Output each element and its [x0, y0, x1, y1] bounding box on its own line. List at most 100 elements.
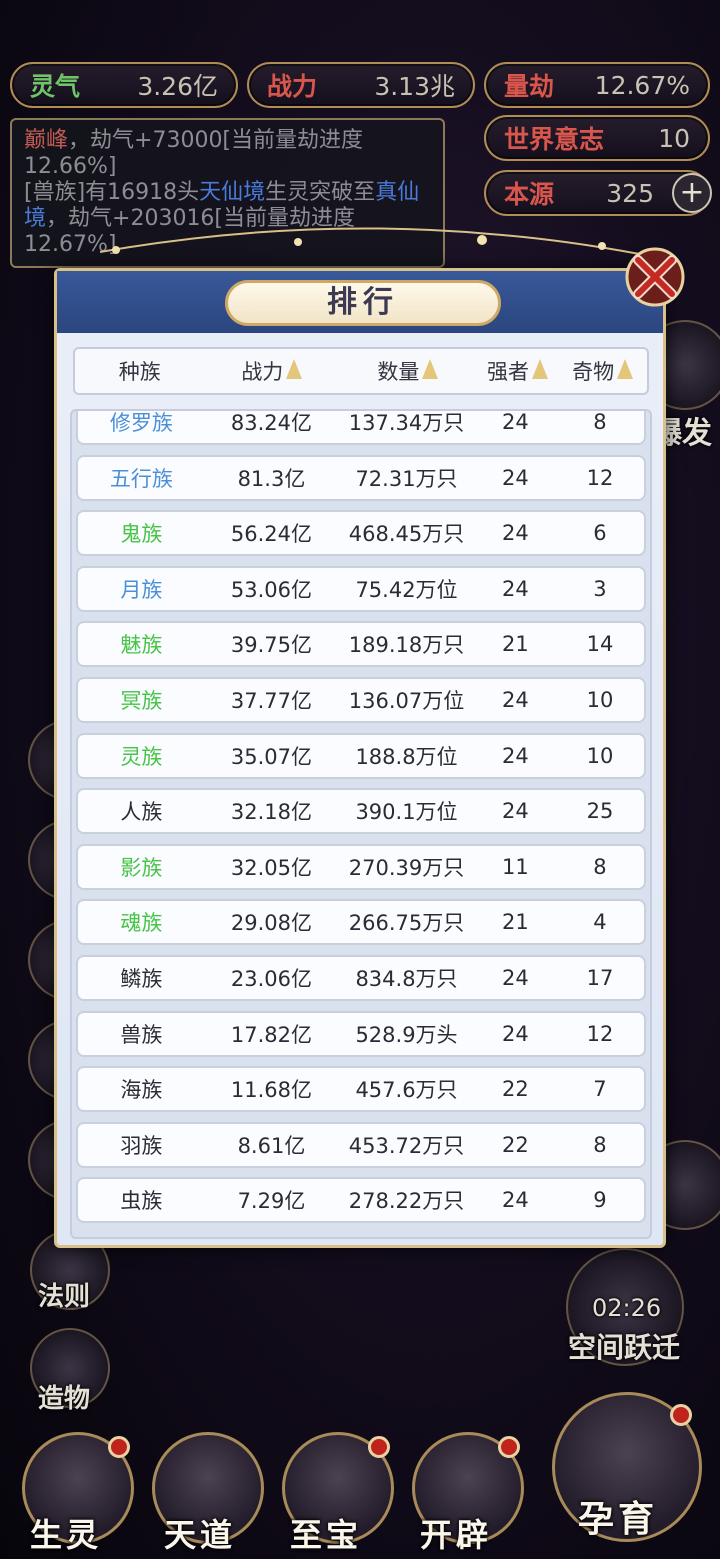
close-icon[interactable]: [620, 242, 690, 312]
benyuan-stat[interactable]: 本源 325 +: [484, 170, 712, 216]
ranking-modal: 排行 种族 战力 数量 强者 奇物 修罗族 83.24亿 137.34万只 24 8 五行…: [54, 268, 666, 1248]
power-cell: 17.82亿: [230, 1022, 312, 1047]
zhanli-value: 3.13兆: [374, 72, 455, 101]
sort-count-button[interactable]: 数量: [339, 356, 477, 386]
sheng-ling-badge: [108, 1436, 130, 1458]
race-cell: 虫族: [120, 1189, 163, 1214]
liangjie-value: 12.67%: [594, 70, 690, 100]
kongjian-label: 空间跃迁: [568, 1331, 681, 1364]
strong-cell: 21: [501, 910, 529, 935]
race-cell: 人族: [120, 800, 163, 825]
lingqi-stat: 灵气 3.26亿: [10, 62, 238, 108]
power-cell: 35.07亿: [230, 744, 312, 769]
race-cell: 魅族: [120, 633, 163, 658]
zhanli-stat: 战力 3.13兆: [247, 62, 475, 108]
strong-cell: 11: [501, 854, 529, 879]
race-cell: 五行族: [109, 466, 173, 491]
race-cell: 冥族: [120, 689, 163, 713]
add-benyuan-button[interactable]: +: [672, 173, 712, 213]
ranking-row[interactable]: 人族 32.18亿 390.1万位 24 25: [76, 788, 646, 835]
sort-arrow-icon: [422, 359, 439, 379]
log-name: 巅峰: [24, 128, 69, 153]
yun-yu-label: 孕育: [578, 1499, 659, 1540]
relic-cell: 8: [593, 854, 607, 879]
ranking-row[interactable]: 海族 11.68亿 457.6万只 22 7: [76, 1066, 646, 1113]
ranking-row[interactable]: 鬼族 56.24亿 468.45万只 24 6: [76, 510, 646, 557]
power-cell: 32.05亿: [230, 855, 312, 880]
sort-relic-button[interactable]: 奇物: [558, 356, 647, 386]
race-cell: 修罗族: [109, 411, 173, 435]
relic-cell: 14: [586, 632, 614, 657]
power-cell: 32.18亿: [230, 800, 312, 825]
ranking-row[interactable]: 五行族 81.3亿 72.31万只 24 12: [76, 454, 646, 501]
log-line2-a: [兽族]有16918头: [24, 180, 200, 205]
strong-cell: 24: [501, 576, 529, 601]
log-line2-b: 生灵突破至: [265, 180, 376, 205]
count-cell: 75.42万位: [355, 577, 458, 602]
relic-cell: 10: [586, 688, 614, 712]
count-cell: 453.72万只: [348, 1133, 465, 1158]
ranking-row[interactable]: 魅族 39.75亿 189.18万只 21 14: [76, 621, 646, 668]
count-cell: 278.22万只: [348, 1189, 465, 1214]
relic-cell: 12: [586, 1021, 614, 1046]
log-realm1: 天仙境: [199, 180, 266, 205]
ranking-row[interactable]: 修罗族 83.24亿 137.34万只 24 8: [76, 411, 646, 445]
race-cell: 魂族: [120, 911, 163, 936]
ranking-row[interactable]: 影族 32.05亿 270.39万只 11 8: [76, 843, 646, 890]
ranking-row[interactable]: 兽族 17.82亿 528.9万头 24 12: [76, 1010, 646, 1057]
sort-power-button[interactable]: 战力: [205, 356, 340, 386]
ranking-row[interactable]: 灵族 35.07亿 188.8万位 24 10: [76, 732, 646, 779]
sort-arrow-icon: [531, 359, 548, 379]
power-cell: 23.06亿: [230, 967, 312, 991]
count-cell: 72.31万只: [355, 466, 458, 491]
ranking-row[interactable]: 月族 53.06亿 75.42万位 24 3: [76, 565, 646, 612]
sort-strong-button[interactable]: 强者: [477, 356, 559, 386]
sort-arrow-icon: [617, 359, 634, 379]
relic-cell: 10: [586, 743, 614, 768]
power-cell: 39.75亿: [230, 633, 312, 658]
count-cell: 390.1万位: [355, 800, 458, 825]
ranking-row[interactable]: 冥族 37.77亿 136.07万位 24 10: [76, 677, 646, 723]
race-cell: 羽族: [120, 1133, 163, 1158]
relic-cell: 7: [593, 1077, 607, 1102]
ranking-row[interactable]: 羽族 8.61亿 453.72万只 22 8: [76, 1121, 646, 1168]
race-cell: 海族: [120, 1078, 163, 1103]
relic-cell: 17: [586, 966, 614, 990]
relic-cell: 25: [586, 799, 614, 824]
ranking-row[interactable]: 鳞族 23.06亿 834.8万只 24 17: [76, 955, 646, 1001]
strong-cell: 21: [501, 632, 529, 657]
sort-arrow-icon: [286, 359, 303, 379]
header-race-label: 种族: [118, 360, 161, 384]
modal-header: 排行: [57, 271, 663, 333]
zhanli-label: 战力: [267, 72, 318, 101]
strong-cell: 24: [501, 1188, 529, 1213]
power-cell: 83.24亿: [230, 411, 312, 435]
header-strong-label: 强者: [486, 360, 529, 384]
relic-cell: 12: [586, 465, 614, 490]
relic-cell: 8: [593, 1132, 607, 1157]
strong-cell: 24: [501, 743, 529, 768]
power-cell: 53.06亿: [230, 577, 312, 602]
count-cell: 188.8万位: [355, 744, 458, 769]
count-cell: 266.75万只: [348, 911, 465, 936]
ranking-row[interactable]: 虫族 7.29亿 278.22万只 24 9: [76, 1177, 646, 1224]
relic-cell: 3: [593, 576, 607, 601]
power-cell: 56.24亿: [230, 522, 312, 547]
modal-title: 排行: [225, 280, 501, 326]
liangjie-label: 量劫: [504, 72, 555, 101]
shijie-label: 世界意志: [504, 125, 605, 154]
count-cell: 834.8万只: [355, 967, 458, 991]
shijie-value: 10: [658, 123, 690, 153]
header-race: 种族: [75, 356, 205, 386]
shijie-stat[interactable]: 世界意志 10: [484, 115, 710, 161]
header-power-label: 战力: [241, 360, 284, 384]
strong-cell: 24: [501, 465, 529, 490]
kai-pi-label: 开辟: [420, 1516, 493, 1554]
count-cell: 136.07万位: [348, 689, 465, 713]
race-cell: 影族: [120, 855, 163, 880]
liangjie-stat[interactable]: 量劫 12.67%: [484, 62, 710, 108]
ranking-list[interactable]: 修罗族 83.24亿 137.34万只 24 8 五行族 81.3亿 72.31万只 24 12 鬼…: [70, 409, 652, 1239]
ranking-row[interactable]: 魂族 29.08亿 266.75万只 21 4: [76, 899, 646, 946]
power-cell: 37.77亿: [230, 689, 312, 713]
relic-cell: 9: [593, 1188, 607, 1213]
